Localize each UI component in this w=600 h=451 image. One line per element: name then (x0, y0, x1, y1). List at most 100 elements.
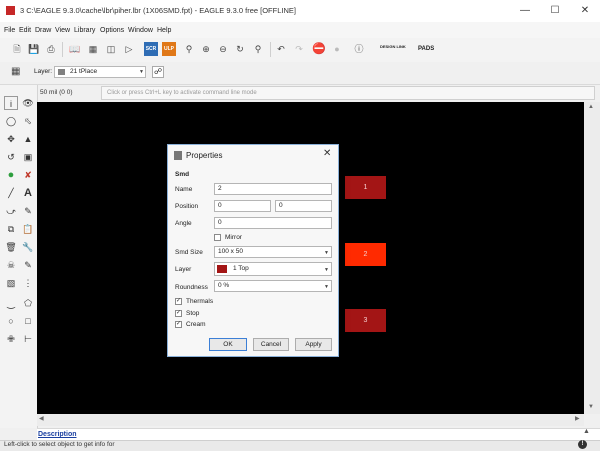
stop-label: Stop (186, 310, 200, 317)
maximize-icon[interactable]: ☐ (540, 0, 570, 22)
group-icon[interactable]: ▣ (21, 150, 35, 164)
optimize-icon[interactable]: ⋮ (21, 276, 35, 290)
zoom-redraw-icon[interactable]: ↻ (233, 42, 247, 56)
dialog-close-icon[interactable]: ✕ (323, 148, 331, 159)
minimize-icon[interactable]: — (510, 0, 540, 22)
layer-dropdown[interactable]: 21 tPlace ▼ (54, 66, 146, 78)
stop-icon[interactable]: ⛔ (312, 42, 326, 56)
angle-label: Angle (175, 220, 192, 227)
help-icon[interactable]: ⓘ (352, 42, 366, 56)
roundness-dropdown[interactable]: 0 % ▼ (214, 280, 332, 292)
circle-icon[interactable]: ○ (4, 314, 18, 328)
zoom-fit-icon[interactable]: ⚲ (182, 42, 196, 56)
zoom-select-icon[interactable]: ⚲ (251, 42, 265, 56)
name-field[interactable]: 2 (214, 183, 332, 195)
text-icon[interactable]: A (21, 186, 35, 200)
polygon-icon[interactable]: ⬠ (21, 296, 35, 310)
symbol-icon[interactable]: ▷ (122, 42, 136, 56)
angle-field[interactable]: 0 (214, 217, 332, 229)
redo-icon[interactable]: ↷ (292, 42, 306, 56)
layer-display-icon[interactable]: ◯ (4, 114, 18, 128)
new-file-icon[interactable]: 🗎 (10, 42, 24, 56)
menu-draw[interactable]: Draw (35, 27, 51, 34)
select-icon[interactable]: ⬁ (21, 114, 35, 128)
show-icon[interactable]: 👁 (21, 96, 35, 110)
mirror-icon[interactable]: ▲ (21, 132, 35, 146)
scroll-up-icon[interactable]: ▲ (588, 104, 594, 110)
alert-icon[interactable]: ! (578, 440, 587, 449)
package-icon[interactable]: ◫ (104, 42, 118, 56)
roundness-value: 0 % (218, 282, 230, 289)
script-button[interactable]: SCR (144, 42, 158, 56)
menu-view[interactable]: View (55, 27, 70, 34)
scroll-left-icon[interactable]: ◀ (39, 415, 44, 422)
rotate-icon[interactable]: ↺ (4, 150, 18, 164)
trash-icon[interactable]: 🗑 (4, 240, 18, 254)
layer-field-dropdown[interactable]: 1 Top ▼ (214, 262, 332, 276)
scroll-down-icon[interactable]: ▼ (588, 404, 594, 410)
stop-checkbox[interactable]: ✓ (175, 310, 182, 317)
menu-window[interactable]: Window (128, 27, 153, 34)
dimension-icon[interactable]: ⊢ (21, 332, 35, 346)
cream-checkbox[interactable]: ✓ (175, 321, 182, 328)
layer-dropdown-value: 21 tPlace (70, 68, 98, 75)
pads-button[interactable]: PADS (418, 46, 434, 52)
smd-pad-3[interactable]: 3 (345, 309, 386, 332)
mirror-checkbox[interactable] (214, 234, 221, 241)
chevron-down-icon: ▼ (324, 250, 329, 256)
add-icon[interactable]: ● (4, 168, 18, 182)
smd-size-value: 100 x 50 (218, 248, 243, 255)
layer-settings-icon[interactable]: ☍ (152, 66, 164, 78)
menu-help[interactable]: Help (157, 27, 171, 34)
apply-button[interactable]: Apply (295, 338, 332, 351)
menu-file[interactable]: File (4, 27, 15, 34)
command-line-input[interactable]: Click or press Ctrl+L key to activate co… (101, 86, 595, 100)
smd-pad-1[interactable]: 1 (345, 176, 386, 199)
grid-icon[interactable]: ▦ (11, 66, 20, 77)
save-icon[interactable]: 💾 (27, 42, 41, 56)
footprint-icon[interactable]: ▦ (86, 42, 100, 56)
zoom-out-icon[interactable]: ⊖ (216, 42, 230, 56)
cancel-button[interactable]: Cancel (253, 338, 289, 351)
thermals-checkbox[interactable]: ✓ (175, 298, 182, 305)
collapse-up-icon[interactable]: ▲ (583, 428, 590, 435)
zoom-in-icon[interactable]: ⊕ (199, 42, 213, 56)
position-x-field[interactable]: 0 (214, 200, 271, 212)
description-link[interactable]: Description (38, 431, 77, 438)
smd-pad-2[interactable]: 2 (345, 243, 386, 266)
menu-options[interactable]: Options (100, 27, 124, 34)
scroll-right-icon[interactable]: ▶ (575, 415, 580, 422)
open-library-icon[interactable]: 📖 (68, 42, 82, 56)
position-y-field[interactable]: 0 (275, 200, 332, 212)
value-icon[interactable]: ✎ (21, 258, 35, 272)
horizontal-scrollbar[interactable]: ◀ ▶ (37, 414, 584, 426)
status-text: Left-click to select object to get info … (4, 441, 115, 448)
paste-icon[interactable]: 📋 (21, 222, 35, 236)
copy-icon[interactable]: ⧉ (4, 222, 18, 236)
wrench-icon[interactable]: 🔧 (21, 240, 35, 254)
move-icon[interactable]: ✥ (4, 132, 18, 146)
menu-edit[interactable]: Edit (19, 27, 31, 34)
menu-library[interactable]: Library (74, 27, 95, 34)
undo-icon[interactable]: ↶ (274, 42, 288, 56)
close-icon[interactable]: ✕ (570, 0, 600, 22)
dialog-app-icon (174, 151, 182, 160)
info-icon[interactable]: i (4, 96, 18, 110)
smd-size-dropdown[interactable]: 100 x 50 ▼ (214, 246, 332, 258)
rectangle-icon[interactable]: □ (21, 314, 35, 328)
go-icon[interactable]: ● (330, 42, 344, 56)
line-icon[interactable]: ╱ (4, 186, 18, 200)
split-icon[interactable]: ▧ (4, 276, 18, 290)
properties-dialog: Properties ✕ Smd Name 2 Position 0 0 Ang… (167, 144, 339, 357)
hole-icon[interactable]: ✙ (4, 332, 18, 346)
delete-icon[interactable]: ✘ (21, 168, 35, 182)
arc-icon[interactable]: ⏝ (4, 296, 18, 310)
ulp-button[interactable]: ULP (162, 42, 176, 56)
print-icon[interactable]: ⎙ (44, 42, 58, 56)
name-icon[interactable]: ☠ (4, 258, 18, 272)
smash-icon[interactable]: ⤻ (4, 204, 18, 218)
ok-button[interactable]: OK (209, 338, 247, 351)
vertical-scrollbar[interactable]: ▲ ▼ (584, 102, 600, 414)
design-link-button[interactable]: DESIGN LINK (380, 44, 410, 49)
change-icon[interactable]: ✎ (21, 204, 35, 218)
